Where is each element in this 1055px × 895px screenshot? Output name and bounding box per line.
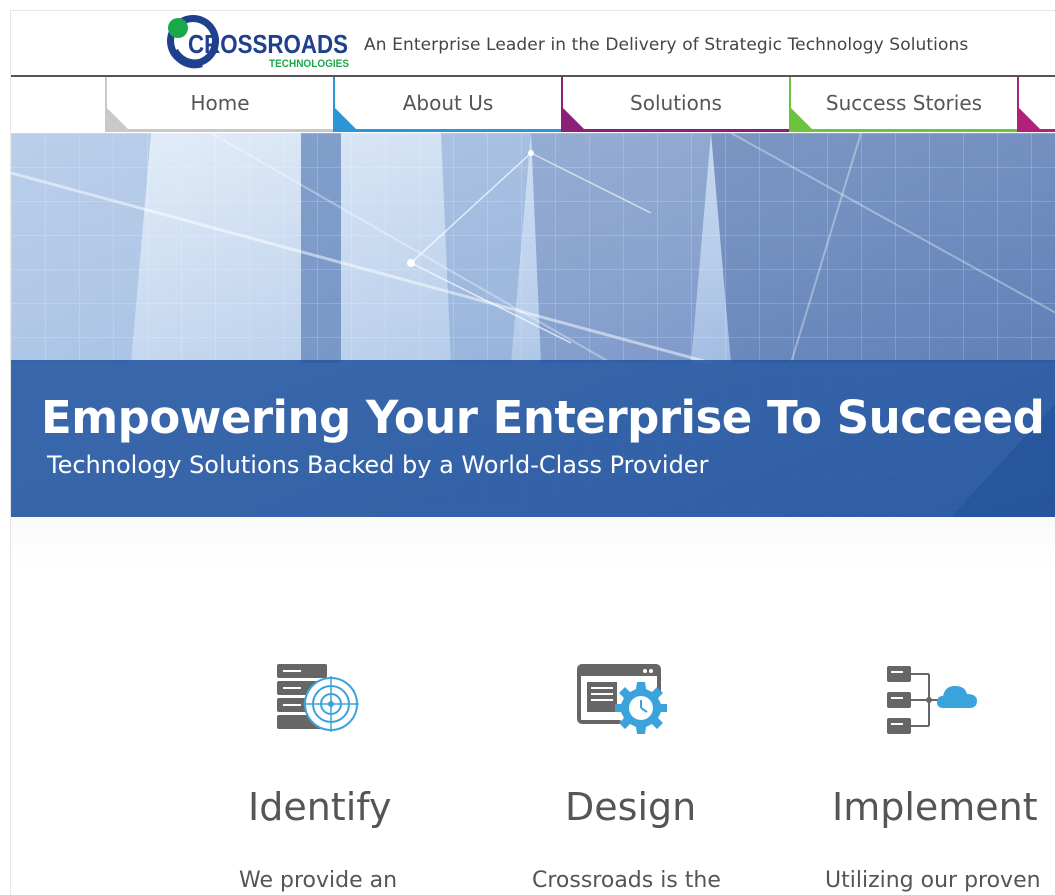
hero-subtitle: Technology Solutions Backed by a World-C… (47, 451, 709, 479)
nav-item-about-us[interactable]: About Us (333, 77, 561, 132)
nav-label: Success Stories (825, 91, 983, 115)
section-divider (11, 517, 1055, 567)
server-target-icon (275, 662, 361, 743)
nav-corner-icon (105, 106, 131, 132)
feature-text-identify: We provide an (239, 868, 398, 893)
site-header: CROSSROADS TECHNOLOGIES An Enterprise Le… (11, 11, 1055, 76)
crossroads-logo[interactable]: CROSSROADS TECHNOLOGIES (165, 13, 351, 70)
tagline: An Enterprise Leader in the Delivery of … (364, 35, 969, 55)
server-cloud-icon (885, 664, 981, 743)
nav-item-home[interactable]: Home (105, 77, 333, 132)
logo-sub: TECHNOLOGIES (269, 58, 349, 69)
feature-text-implement: Utilizing our proven (825, 868, 1041, 893)
main-nav: Home About Us Solutions Success Stories (11, 77, 1055, 133)
nav-corner-icon (789, 106, 815, 132)
feature-text-design: Crossroads is the (532, 868, 721, 893)
logo-wordmark: CROSSROADS (188, 29, 348, 59)
feature-title-implement: Implement (832, 785, 1038, 829)
nav-corner-icon (333, 106, 359, 132)
feature-title-identify: Identify (248, 785, 392, 829)
nav-corner-icon (1017, 106, 1043, 132)
nav-item-more[interactable] (1017, 77, 1055, 132)
nav-label: Solutions (630, 91, 722, 115)
nav-label: About Us (402, 91, 494, 115)
hero-banner: Empowering Your Enterprise To Succeed Te… (11, 133, 1055, 517)
page-frame: CROSSROADS TECHNOLOGIES An Enterprise Le… (10, 10, 1055, 895)
nav-item-solutions[interactable]: Solutions (561, 77, 789, 132)
nav-item-success-stories[interactable]: Success Stories (789, 77, 1017, 132)
hero-title: Empowering Your Enterprise To Succeed (41, 391, 1045, 444)
nav-corner-icon (561, 106, 587, 132)
browser-gear-icon (577, 664, 673, 743)
nav-label: Home (190, 91, 250, 115)
feature-title-design: Design (565, 785, 697, 829)
